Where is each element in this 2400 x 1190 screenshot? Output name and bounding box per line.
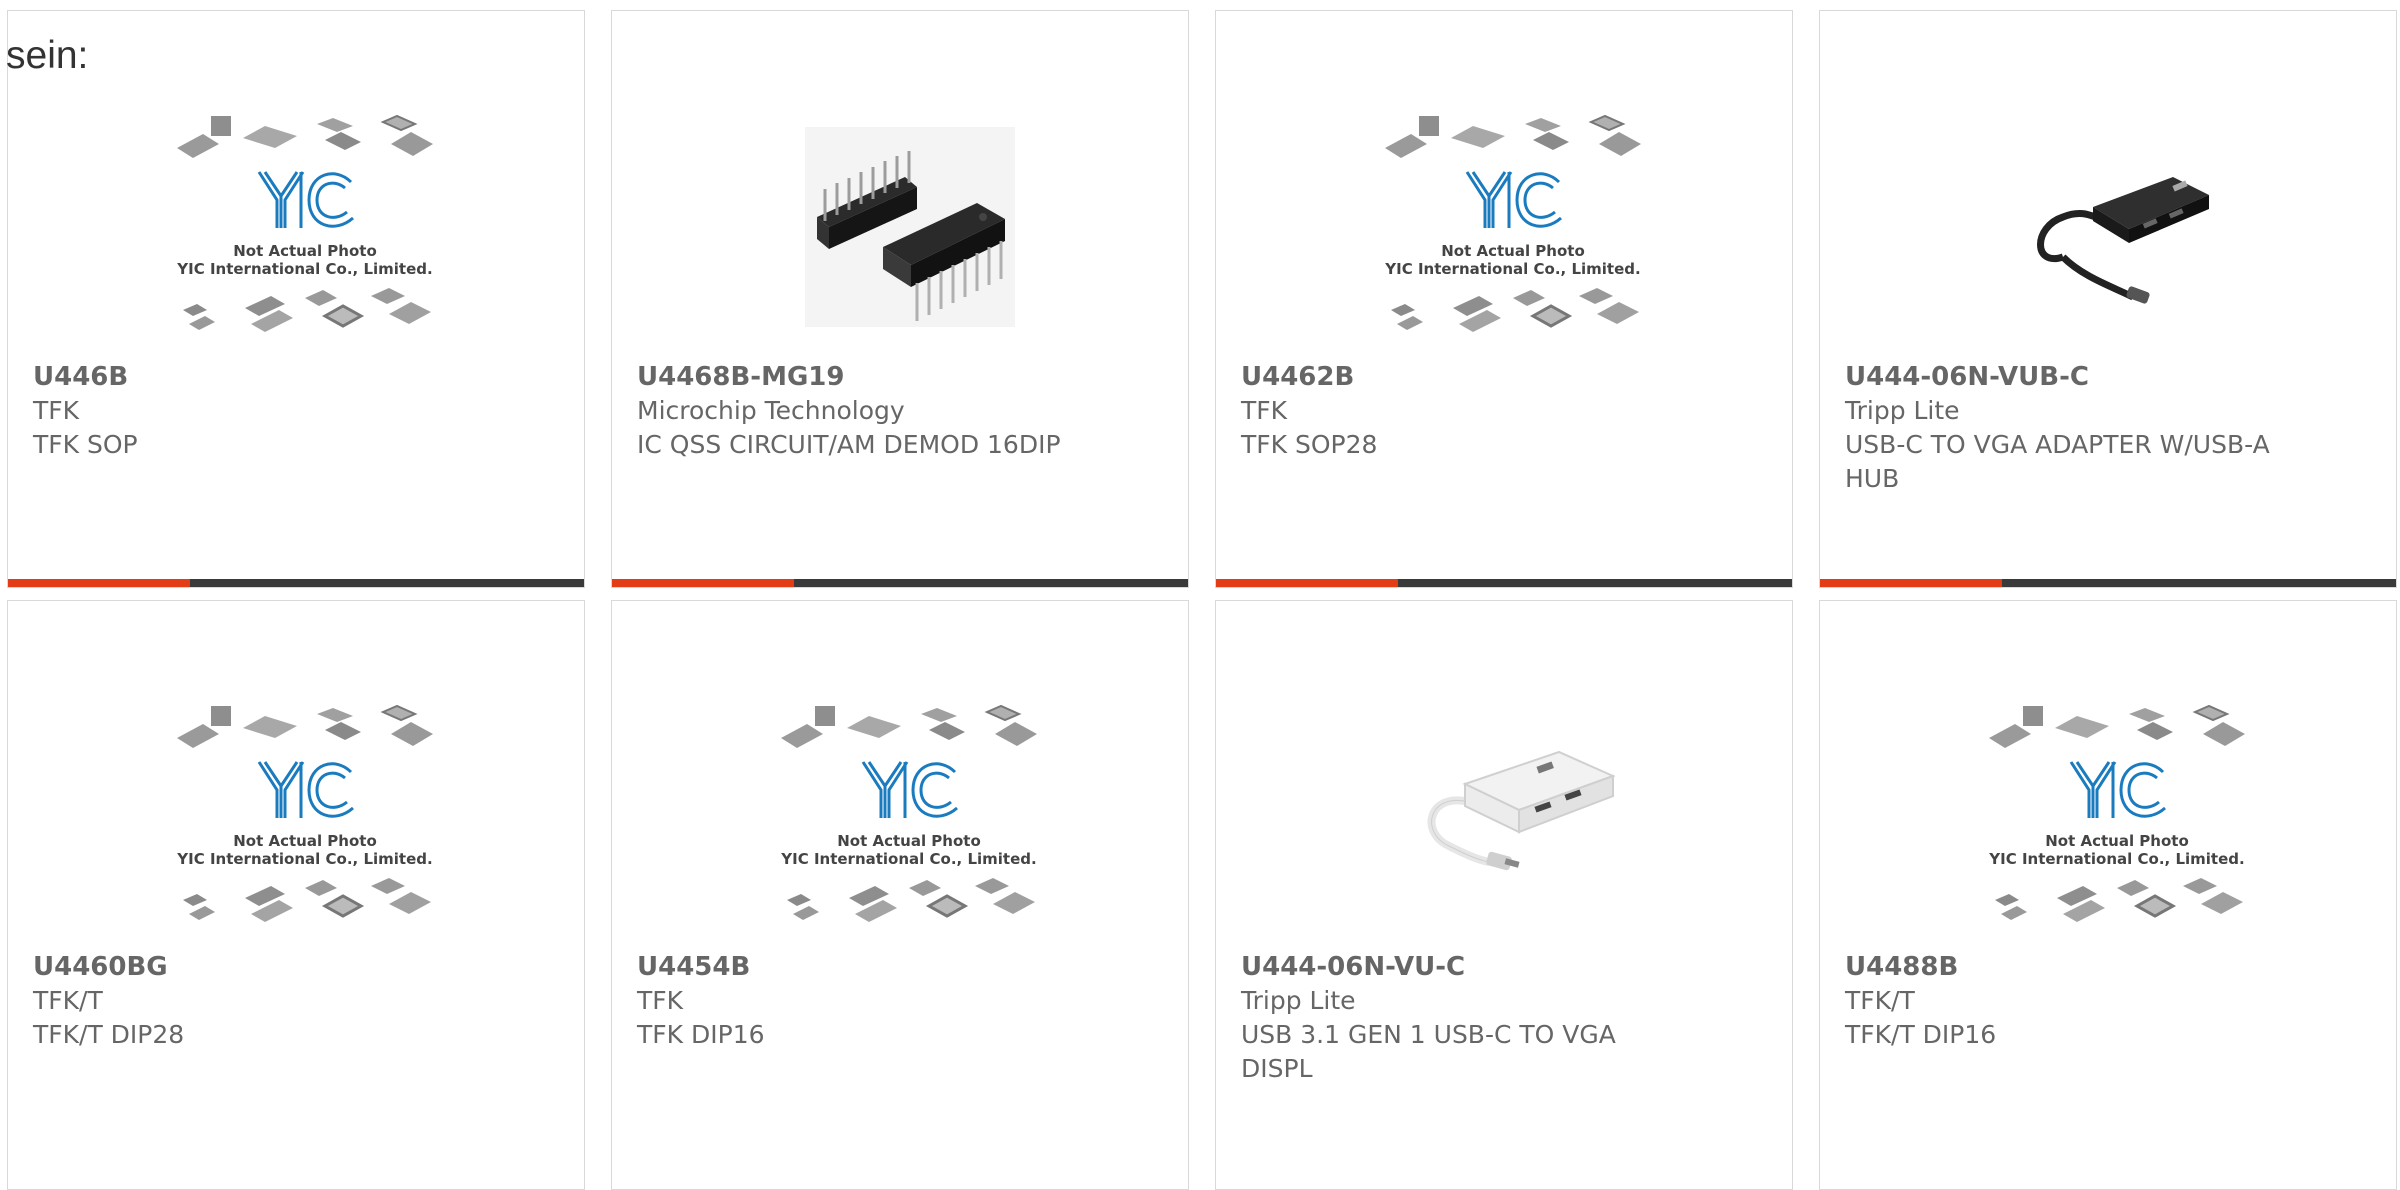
manufacturer: Tripp Lite bbox=[1241, 986, 1356, 1015]
product-image[interactable] bbox=[1982, 101, 2254, 353]
manufacturer: Tripp Lite bbox=[1845, 396, 1960, 425]
part-number-link[interactable]: U4460BG bbox=[33, 950, 168, 984]
part-number-link[interactable]: U446B bbox=[33, 360, 128, 394]
part-number-link[interactable]: U444-06N-VU-C bbox=[1241, 950, 1465, 984]
part-number-link[interactable]: U4468B-MG19 bbox=[637, 360, 844, 394]
product-card[interactable]: U4488B TFK/T TFK/T DIP16 bbox=[1819, 600, 2397, 1190]
part-number-link[interactable]: U4462B bbox=[1241, 360, 1354, 394]
manufacturer: TFK bbox=[637, 986, 684, 1015]
part-number-link[interactable]: U444-06N-VUB-C bbox=[1845, 360, 2089, 394]
card-bottom-bar bbox=[8, 579, 584, 587]
product-description: USB-C TO VGA ADAPTER W/USB-A HUB bbox=[1845, 430, 2270, 493]
manufacturer: TFK/T bbox=[1845, 986, 1915, 1015]
dip-ic-photo bbox=[805, 127, 1015, 327]
product-description: TFK/T DIP16 bbox=[1845, 1020, 1997, 1049]
product-card[interactable]: U4468B-MG19 Microchip Technology IC QSS … bbox=[611, 10, 1189, 588]
product-card[interactable]: U444-06N-VUB-C Tripp Lite USB-C TO VGA A… bbox=[1819, 10, 2397, 588]
product-card[interactable]: U4462B TFK TFK SOP28 bbox=[1215, 10, 1793, 588]
manufacturer: TFK bbox=[33, 396, 80, 425]
product-image-placeholder[interactable] bbox=[170, 101, 442, 353]
product-description: TFK/T DIP28 bbox=[33, 1020, 185, 1049]
yic-placeholder-image bbox=[1383, 114, 1643, 334]
product-image-placeholder[interactable] bbox=[1982, 691, 2254, 943]
product-description: TFK DIP16 bbox=[637, 1020, 765, 1049]
product-card[interactable]: U444-06N-VU-C Tripp Lite USB 3.1 GEN 1 U… bbox=[1215, 600, 1793, 1190]
product-description: USB 3.1 GEN 1 USB-C TO VGA DISPL bbox=[1241, 1020, 1616, 1083]
product-card[interactable]: U446B TFK TFK SOP bbox=[7, 10, 585, 588]
product-image[interactable] bbox=[774, 101, 1046, 353]
product-image-placeholder[interactable] bbox=[1378, 101, 1650, 353]
yic-placeholder-image bbox=[1987, 704, 2247, 924]
product-description: TFK SOP bbox=[33, 430, 138, 459]
manufacturer: Microchip Technology bbox=[637, 396, 905, 425]
product-image-placeholder[interactable] bbox=[170, 691, 442, 943]
card-bottom-bar bbox=[1216, 579, 1792, 587]
black-usb-adapter-photo bbox=[2037, 177, 2209, 304]
yic-placeholder-image bbox=[175, 704, 435, 924]
page-heading: sein: bbox=[6, 34, 89, 77]
manufacturer: TFK bbox=[1241, 396, 1288, 425]
part-number-link[interactable]: U4454B bbox=[637, 950, 750, 984]
product-card[interactable]: U4454B TFK TFK DIP16 bbox=[611, 600, 1189, 1190]
product-image-placeholder[interactable] bbox=[774, 691, 1046, 943]
yic-placeholder-image bbox=[175, 114, 435, 334]
product-image[interactable] bbox=[1378, 691, 1650, 943]
yic-placeholder-image bbox=[779, 704, 1039, 924]
part-number-link[interactable]: U4488B bbox=[1845, 950, 1958, 984]
product-card[interactable]: U4460BG TFK/T TFK/T DIP28 bbox=[7, 600, 585, 1190]
manufacturer: TFK/T bbox=[33, 986, 103, 1015]
card-bottom-bar bbox=[1820, 579, 2396, 587]
product-description: IC QSS CIRCUIT/AM DEMOD 16DIP bbox=[637, 430, 1061, 459]
product-description: TFK SOP28 bbox=[1241, 430, 1378, 459]
card-bottom-bar bbox=[612, 579, 1188, 587]
white-usb-adapter-photo bbox=[1427, 750, 1616, 871]
